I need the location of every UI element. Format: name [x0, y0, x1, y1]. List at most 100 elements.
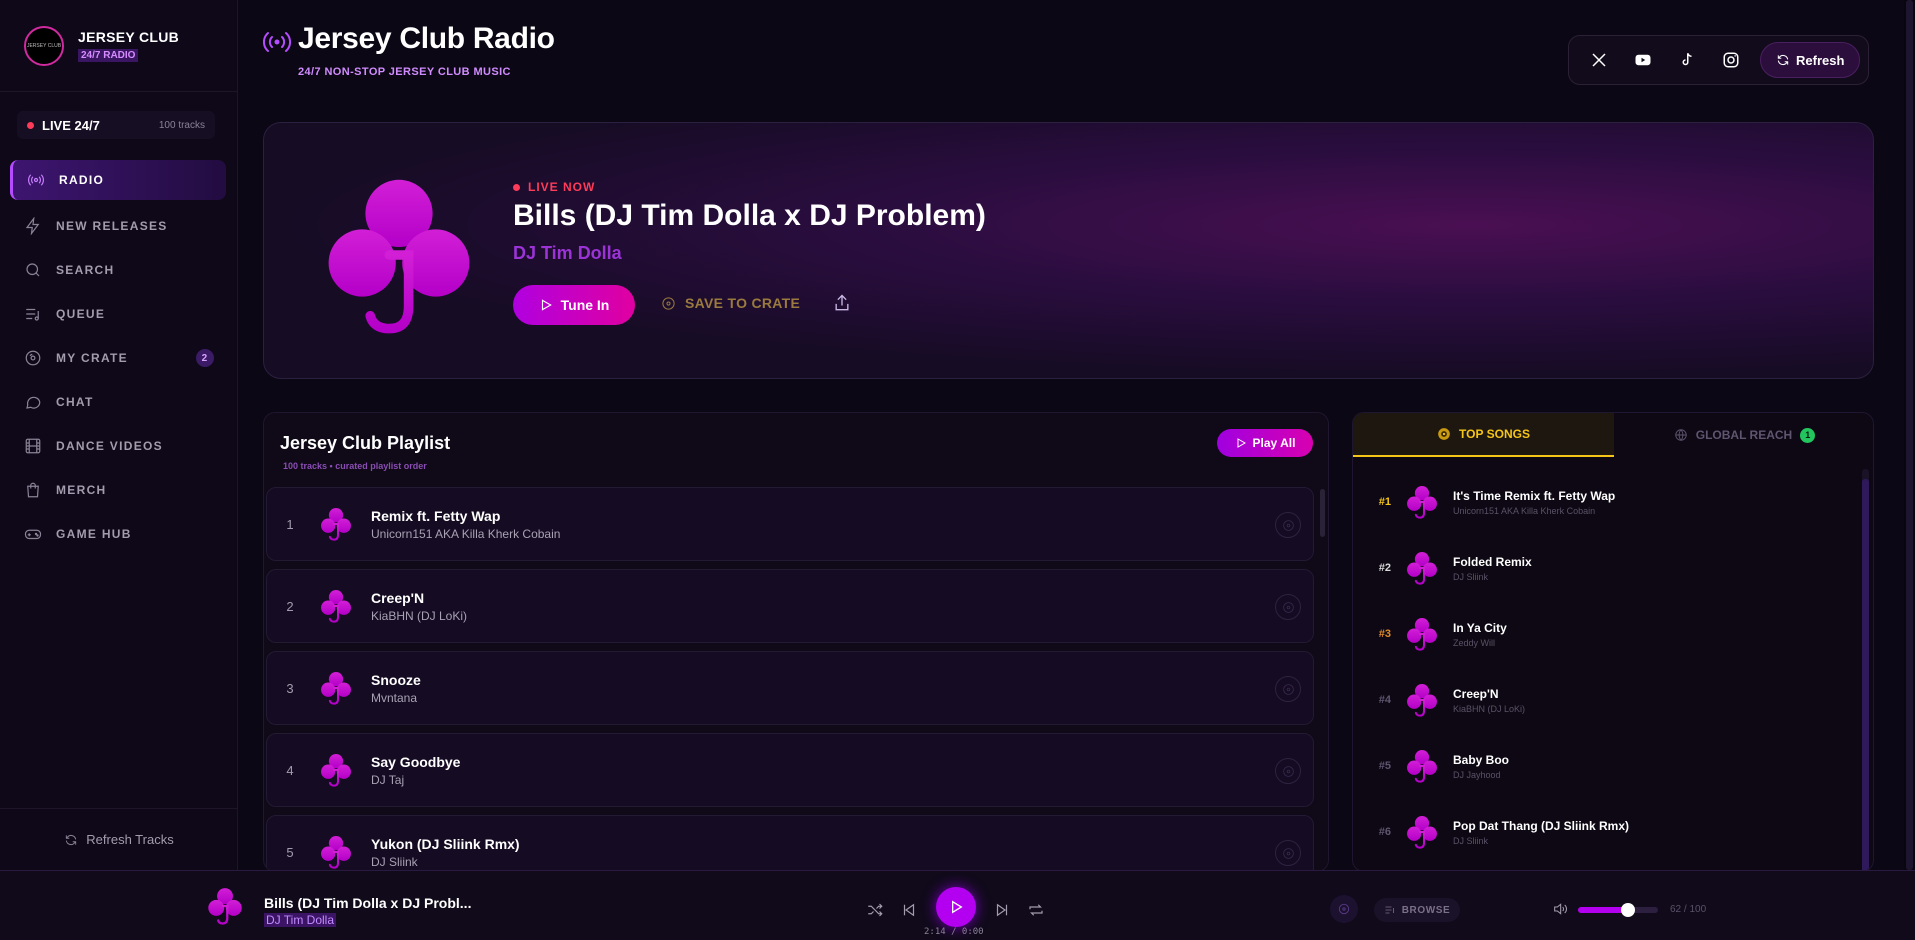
share-button[interactable] — [832, 293, 852, 313]
globe-icon — [1675, 429, 1687, 441]
club-artwork-icon — [1405, 551, 1439, 585]
table-row[interactable]: 5 Yukon (DJ Sliink Rmx) DJ Sliink — [266, 815, 1314, 871]
repeat-button[interactable] — [1027, 901, 1045, 919]
list-item[interactable]: #2 Folded Remix DJ Sliink — [1353, 535, 1853, 601]
club-artwork-icon — [319, 835, 353, 869]
save-track-button[interactable] — [1275, 840, 1301, 866]
player-track-artist[interactable]: DJ Tim Dolla — [264, 913, 337, 927]
vinyl-icon — [1438, 428, 1450, 440]
sidebar-item-my-crate[interactable]: MY CRATE 2 — [10, 336, 226, 380]
song-artist: KiaBHN (DJ LoKi) — [1453, 703, 1526, 714]
film-icon — [24, 437, 42, 455]
rank-label: #1 — [1378, 496, 1391, 508]
bag-icon — [24, 481, 42, 499]
previous-button[interactable] — [900, 901, 918, 919]
live-now-label: LIVE NOW — [528, 180, 596, 194]
volume-slider[interactable] — [1578, 903, 1658, 917]
vinyl-icon — [1282, 683, 1294, 695]
save-track-button[interactable] — [1275, 512, 1301, 538]
page-scrollbar[interactable] — [1904, 0, 1915, 870]
page-title: Jersey Club Radio — [298, 22, 555, 55]
volume-icon[interactable] — [1552, 901, 1568, 917]
shuffle-icon — [868, 903, 883, 917]
skip-back-icon — [903, 903, 915, 917]
shuffle-button[interactable] — [866, 901, 884, 919]
sidebar-item-dance-videos[interactable]: DANCE VIDEOS — [10, 424, 226, 468]
list-item[interactable]: #4 Creep'N KiaBHN (DJ LoKi) — [1353, 667, 1853, 733]
rank-label: #5 — [1378, 760, 1391, 772]
play-all-button[interactable]: Play All — [1217, 429, 1313, 457]
track-artist: KiaBHN (DJ LoKi) — [371, 608, 468, 623]
play-all-label: Play All — [1252, 436, 1296, 450]
instagram-icon[interactable] — [1717, 46, 1745, 74]
tab-top-songs[interactable]: TOP SONGS — [1353, 413, 1614, 457]
x-icon[interactable] — [1585, 46, 1613, 74]
next-button[interactable] — [993, 901, 1011, 919]
sidebar-item-game-hub[interactable]: GAME HUB — [10, 512, 226, 556]
sidebar-item-radio[interactable]: RADIO — [10, 160, 226, 200]
sidebar-item-new-releases[interactable]: NEW RELEASES — [10, 204, 226, 248]
club-artwork-icon — [319, 507, 353, 541]
gamepad-icon — [24, 525, 42, 543]
sidebar-item-merch[interactable]: MERCH — [10, 468, 226, 512]
play-icon — [952, 900, 963, 914]
sidebar-item-search[interactable]: SEARCH — [10, 248, 226, 292]
volume-handle[interactable] — [1620, 903, 1635, 917]
save-track-button[interactable] — [1275, 758, 1301, 784]
tune-in-button[interactable]: Tune In — [513, 285, 635, 325]
top-songs-scrollbar[interactable] — [1862, 469, 1869, 871]
track-number: 1 — [286, 516, 294, 532]
skip-forward-icon — [996, 903, 1008, 917]
track-number: 4 — [286, 762, 294, 778]
song-title: Pop Dat Thang (DJ Sliink Rmx) — [1453, 818, 1630, 833]
playback-time: 2:14 / 0:00 — [924, 927, 984, 937]
now-playing-artist[interactable]: DJ Tim Dolla — [513, 243, 622, 264]
brand[interactable]: JERSEY CLUB JERSEY CLUB 24/7 RADIO — [0, 0, 237, 92]
vinyl-icon — [662, 296, 675, 310]
save-track-button[interactable] — [1275, 594, 1301, 620]
list-item[interactable]: #3 In Ya City Zeddy Will — [1353, 601, 1853, 667]
table-row[interactable]: 4 Say Goodbye DJ Taj — [266, 733, 1314, 807]
club-artwork-icon — [1405, 683, 1439, 717]
sidebar-item-label: QUEUE — [56, 307, 106, 321]
tune-in-label: Tune In — [560, 297, 610, 313]
playlist-scrollbar[interactable] — [1320, 489, 1325, 537]
refresh-label: Refresh — [1796, 52, 1845, 68]
refresh-tracks-button[interactable]: Refresh Tracks — [0, 808, 238, 870]
club-artwork-icon — [319, 589, 353, 623]
sidebar-item-label: GAME HUB — [56, 527, 132, 541]
song-title: In Ya City — [1453, 620, 1507, 635]
queue-icon — [1385, 906, 1394, 914]
browse-label: BROWSE — [1401, 904, 1451, 916]
social-links: Refresh — [1568, 35, 1869, 85]
table-row[interactable]: 1 Remix ft. Fetty Wap Unicorn151 AKA Kill… — [266, 487, 1314, 561]
repeat-icon — [1029, 904, 1043, 916]
refresh-button[interactable]: Refresh — [1760, 42, 1860, 78]
brand-subtitle: 24/7 RADIO — [78, 48, 139, 62]
save-track-button[interactable] — [1275, 676, 1301, 702]
live-now-status: LIVE NOW — [513, 180, 595, 194]
vinyl-spinner[interactable] — [1330, 895, 1358, 923]
track-title: Remix ft. Fetty Wap — [371, 507, 501, 524]
list-item[interactable]: #5 Baby Boo DJ Jayhood — [1353, 733, 1853, 799]
tiktok-icon[interactable] — [1673, 46, 1701, 74]
table-row[interactable]: 2 Creep'N KiaBHN (DJ LoKi) — [266, 569, 1314, 643]
table-row[interactable]: 3 Snooze Mvntana — [266, 651, 1314, 725]
playlist-subtitle: 100 tracks • curated playlist order — [283, 461, 427, 471]
list-item[interactable]: #1 It's Time Remix ft. Fetty Wap Unicorn15… — [1353, 469, 1853, 535]
track-number: 3 — [286, 680, 294, 696]
browse-button[interactable]: BROWSE — [1374, 898, 1460, 922]
tab-global-reach[interactable]: GLOBAL REACH 1 — [1614, 413, 1873, 457]
sidebar-item-label: DANCE VIDEOS — [56, 439, 163, 453]
sidebar-item-label: SEARCH — [56, 263, 115, 277]
sidebar-item-queue[interactable]: QUEUE — [10, 292, 226, 336]
global-reach-badge: 1 — [1800, 427, 1816, 443]
play-button[interactable] — [936, 887, 976, 927]
list-item[interactable]: #6 Pop Dat Thang (DJ Sliink Rmx) DJ Sliink — [1353, 799, 1853, 865]
youtube-icon[interactable] — [1629, 46, 1657, 74]
player-track-title: Bills (DJ Tim Dolla x DJ Probl... — [264, 895, 472, 911]
save-to-crate-button[interactable]: SAVE TO CRATE — [661, 295, 800, 311]
sidebar-item-label: MERCH — [56, 483, 107, 497]
player-bar: Bills (DJ Tim Dolla x DJ Probl... DJ Tim… — [0, 870, 1915, 940]
sidebar-item-chat[interactable]: CHAT — [10, 380, 226, 424]
